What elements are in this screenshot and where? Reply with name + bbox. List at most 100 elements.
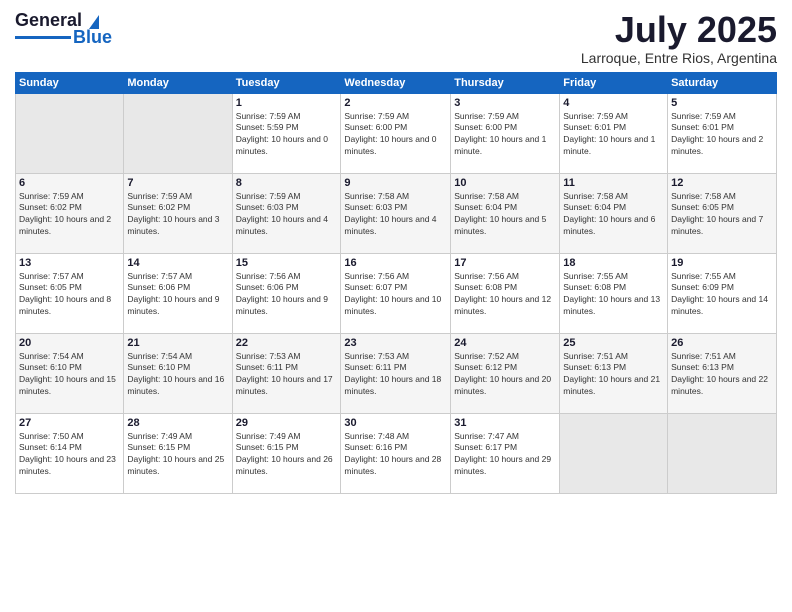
sunrise-text: Sunrise: 7:58 AM — [671, 191, 773, 203]
sunset-text: Sunset: 6:04 PM — [563, 202, 664, 214]
sunset-text: Sunset: 6:11 PM — [344, 362, 447, 374]
day-number: 8 — [236, 177, 338, 189]
sunrise-text: Sunrise: 7:51 AM — [671, 351, 773, 363]
day-number: 1 — [236, 97, 338, 109]
sunset-text: Sunset: 6:05 PM — [19, 282, 120, 294]
calendar-cell: 14 Sunrise: 7:57 AMSunset: 6:06 PMDayligh… — [124, 253, 232, 333]
sunset-text: Sunset: 6:00 PM — [454, 122, 556, 134]
day-detail: Sunrise: 7:57 AMSunset: 6:06 PMDaylight:… — [127, 271, 228, 319]
day-detail: Sunrise: 7:58 AMSunset: 6:04 PMDaylight:… — [454, 191, 556, 239]
sunrise-text: Sunrise: 7:51 AM — [563, 351, 664, 363]
sunrise-text: Sunrise: 7:57 AM — [127, 271, 228, 283]
calendar-cell: 28Sunrise: 7:49 AMSunset: 6:15 PMDayligh… — [124, 413, 232, 493]
daylight-text: Daylight: 10 hours and 18 minutes. — [344, 374, 447, 398]
col-tuesday: Tuesday — [232, 72, 341, 93]
daylight-text: Daylight: 10 hours and 26 minutes. — [236, 454, 338, 478]
sunset-text: Sunset: 6:01 PM — [671, 122, 773, 134]
day-number: 17 — [454, 257, 556, 269]
sunrise-text: Sunrise: 7:58 AM — [454, 191, 556, 203]
day-number: 16 — [344, 257, 447, 269]
calendar-cell — [124, 93, 232, 173]
day-detail: Sunrise: 7:49 AMSunset: 6:15 PMDaylight:… — [127, 431, 228, 479]
daylight-text: Daylight: 10 hours and 3 minutes. — [127, 214, 228, 238]
day-detail: Sunrise: 7:53 AMSunset: 6:11 PMDaylight:… — [344, 351, 447, 399]
sunset-text: Sunset: 6:12 PM — [454, 362, 556, 374]
day-number: 7 — [127, 177, 228, 189]
calendar-cell: 23Sunrise: 7:53 AMSunset: 6:11 PMDayligh… — [341, 333, 451, 413]
daylight-text: Daylight: 10 hours and 5 minutes. — [454, 214, 556, 238]
calendar-week-1: 1 Sunrise: 7:59 AMSunset: 5:59 PMDaylight… — [16, 93, 777, 173]
sunrise-text: Sunrise: 7:49 AM — [127, 431, 228, 443]
day-detail: Sunrise: 7:55 AMSunset: 6:08 PMDaylight:… — [563, 271, 664, 319]
day-number: 4 — [563, 97, 664, 109]
calendar-cell: 4Sunrise: 7:59 AMSunset: 6:01 PMDaylight… — [560, 93, 668, 173]
calendar-cell — [668, 413, 777, 493]
calendar-cell: 19Sunrise: 7:55 AMSunset: 6:09 PMDayligh… — [668, 253, 777, 333]
day-detail: Sunrise: 7:51 AMSunset: 6:13 PMDaylight:… — [671, 351, 773, 399]
calendar-cell: 8Sunrise: 7:59 AMSunset: 6:03 PMDaylight… — [232, 173, 341, 253]
location: Larroque, Entre Rios, Argentina — [581, 50, 777, 66]
sunset-text: Sunset: 6:10 PM — [19, 362, 120, 374]
calendar-cell: 3Sunrise: 7:59 AMSunset: 6:00 PMDaylight… — [451, 93, 560, 173]
sunrise-text: Sunrise: 7:48 AM — [344, 431, 447, 443]
sunset-text: Sunset: 6:13 PM — [563, 362, 664, 374]
day-number: 13 — [19, 257, 120, 269]
page: General Blue July 2025 Larroque, Entre R… — [0, 0, 792, 612]
daylight-text: Daylight: 10 hours and 17 minutes. — [236, 374, 338, 398]
day-detail: Sunrise: 7:47 AMSunset: 6:17 PMDaylight:… — [454, 431, 556, 479]
daylight-text: Daylight: 10 hours and 2 minutes. — [19, 214, 120, 238]
month-title: July 2025 — [581, 10, 777, 50]
col-sunday: Sunday — [16, 72, 124, 93]
daylight-text: Daylight: 10 hours and 2 minutes. — [671, 134, 773, 158]
sunrise-text: Sunrise: 7:49 AM — [236, 431, 338, 443]
day-detail: Sunrise: 7:54 AMSunset: 6:10 PMDaylight:… — [19, 351, 120, 399]
sunrise-text: Sunrise: 7:59 AM — [236, 191, 338, 203]
sunrise-text: Sunrise: 7:53 AM — [236, 351, 338, 363]
sunrise-text: Sunrise: 7:59 AM — [563, 111, 664, 123]
daylight-text: Daylight: 10 hours and 9 minutes. — [127, 294, 228, 318]
calendar-cell: 30Sunrise: 7:48 AMSunset: 6:16 PMDayligh… — [341, 413, 451, 493]
day-number: 19 — [671, 257, 773, 269]
day-number: 12 — [671, 177, 773, 189]
calendar-cell: 10Sunrise: 7:58 AMSunset: 6:04 PMDayligh… — [451, 173, 560, 253]
daylight-text: Daylight: 10 hours and 22 minutes. — [671, 374, 773, 398]
daylight-text: Daylight: 10 hours and 0 minutes. — [344, 134, 447, 158]
sunset-text: Sunset: 6:03 PM — [236, 202, 338, 214]
day-number: 11 — [563, 177, 664, 189]
day-detail: Sunrise: 7:59 AMSunset: 6:01 PMDaylight:… — [671, 111, 773, 159]
sunrise-text: Sunrise: 7:56 AM — [344, 271, 447, 283]
sunrise-text: Sunrise: 7:58 AM — [344, 191, 447, 203]
day-number: 26 — [671, 337, 773, 349]
day-detail: Sunrise: 7:59 AMSunset: 6:02 PMDaylight:… — [127, 191, 228, 239]
sunrise-text: Sunrise: 7:54 AM — [19, 351, 120, 363]
day-detail: Sunrise: 7:52 AMSunset: 6:12 PMDaylight:… — [454, 351, 556, 399]
day-number: 27 — [19, 417, 120, 429]
day-detail: Sunrise: 7:59 AMSunset: 6:00 PMDaylight:… — [344, 111, 447, 159]
daylight-text: Daylight: 10 hours and 6 minutes. — [563, 214, 664, 238]
calendar-cell — [560, 413, 668, 493]
calendar-week-4: 20Sunrise: 7:54 AMSunset: 6:10 PMDayligh… — [16, 333, 777, 413]
day-detail: Sunrise: 7:59 AMSunset: 5:59 PMDaylight:… — [236, 111, 338, 159]
calendar-week-2: 6Sunrise: 7:59 AMSunset: 6:02 PMDaylight… — [16, 173, 777, 253]
logo: General Blue — [15, 10, 112, 48]
logo-blue: Blue — [73, 27, 112, 48]
sunset-text: Sunset: 6:16 PM — [344, 442, 447, 454]
calendar-cell: 29Sunrise: 7:49 AMSunset: 6:15 PMDayligh… — [232, 413, 341, 493]
sunrise-text: Sunrise: 7:59 AM — [344, 111, 447, 123]
daylight-text: Daylight: 10 hours and 13 minutes. — [563, 294, 664, 318]
col-wednesday: Wednesday — [341, 72, 451, 93]
calendar-cell: 25Sunrise: 7:51 AMSunset: 6:13 PMDayligh… — [560, 333, 668, 413]
sunset-text: Sunset: 6:06 PM — [236, 282, 338, 294]
calendar-cell: 24Sunrise: 7:52 AMSunset: 6:12 PMDayligh… — [451, 333, 560, 413]
day-detail: Sunrise: 7:59 AMSunset: 6:00 PMDaylight:… — [454, 111, 556, 159]
day-detail: Sunrise: 7:57 AMSunset: 6:05 PMDaylight:… — [19, 271, 120, 319]
day-number: 15 — [236, 257, 338, 269]
calendar-cell: 18Sunrise: 7:55 AMSunset: 6:08 PMDayligh… — [560, 253, 668, 333]
calendar-cell: 6Sunrise: 7:59 AMSunset: 6:02 PMDaylight… — [16, 173, 124, 253]
day-number: 14 — [127, 257, 228, 269]
calendar-cell: 12Sunrise: 7:58 AMSunset: 6:05 PMDayligh… — [668, 173, 777, 253]
calendar-cell: 20Sunrise: 7:54 AMSunset: 6:10 PMDayligh… — [16, 333, 124, 413]
daylight-text: Daylight: 10 hours and 8 minutes. — [19, 294, 120, 318]
calendar-cell: 11Sunrise: 7:58 AMSunset: 6:04 PMDayligh… — [560, 173, 668, 253]
sunset-text: Sunset: 6:13 PM — [671, 362, 773, 374]
